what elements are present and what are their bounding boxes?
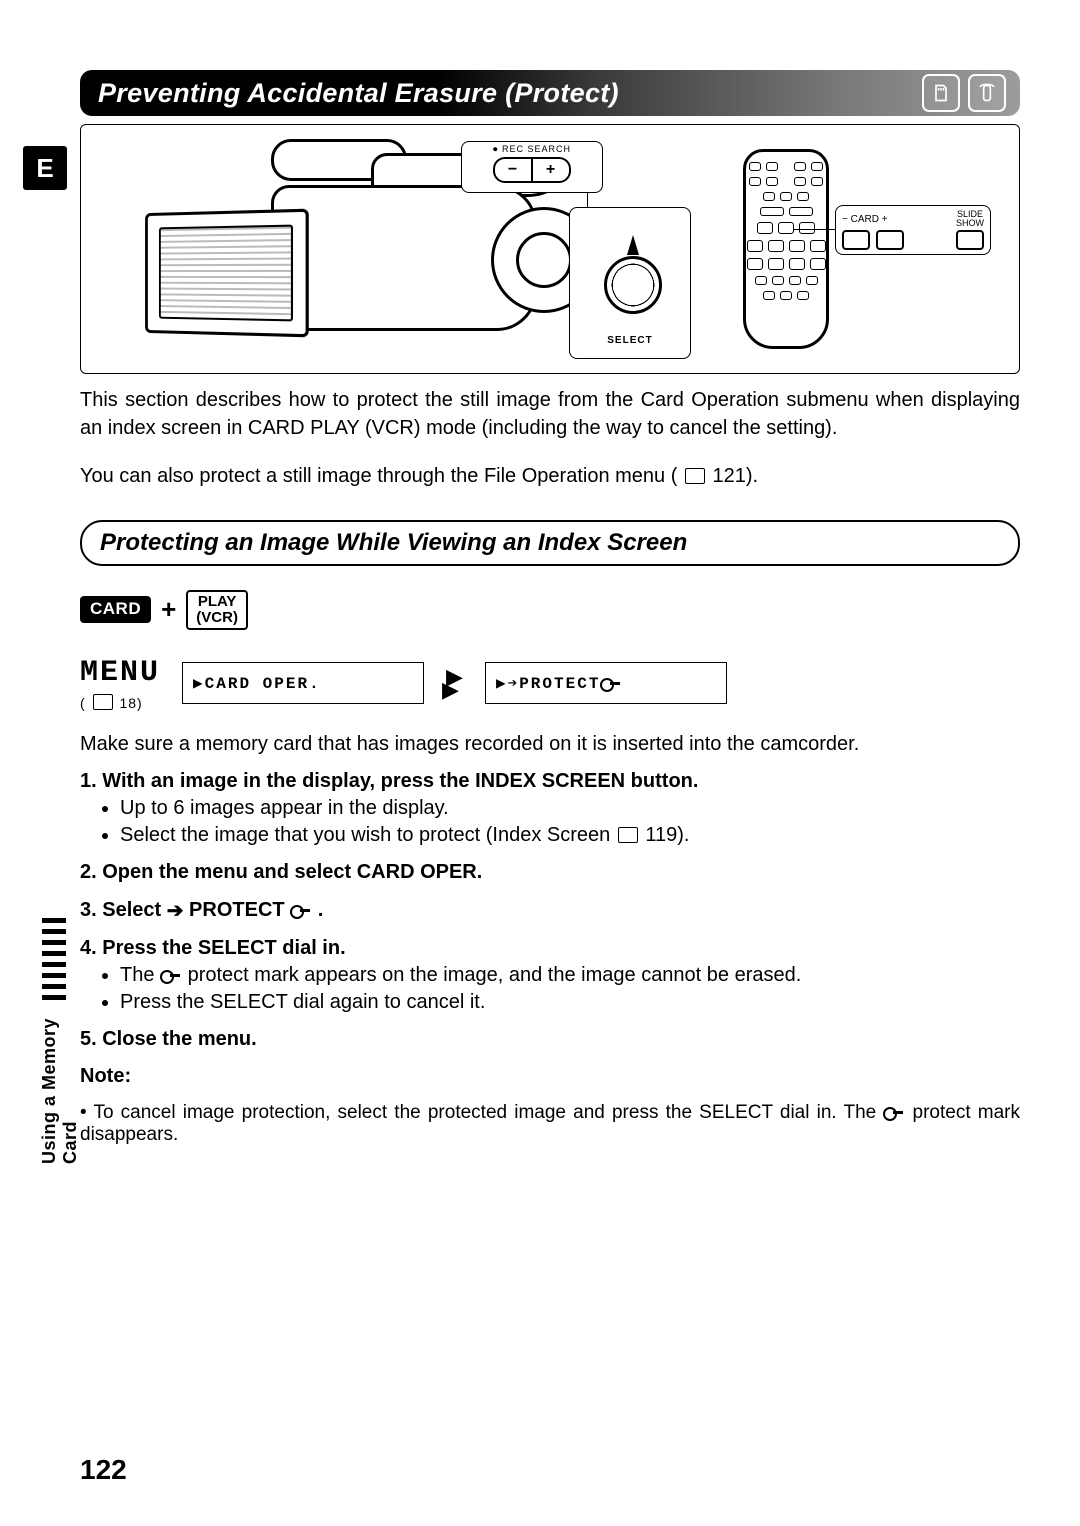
page-title: Preventing Accidental Erasure (Protect) — [98, 78, 619, 109]
mode-row: CARD + PLAY (VCR) — [80, 590, 1020, 630]
menu-arrow-icon: ▶▶ — [446, 670, 463, 696]
arrow-icon: ➔ — [167, 898, 184, 923]
step-4: 4. Press the SELECT dial in. — [80, 937, 1020, 960]
book-icon — [685, 468, 705, 484]
vcr-label: (VCR) — [196, 610, 238, 626]
step-5: 5. Close the menu. — [80, 1028, 1020, 1051]
select-dial-callout: SELECT — [569, 207, 691, 359]
book-icon — [618, 827, 638, 843]
step-3: 3. Select ➔ PROTECT . — [80, 898, 1020, 923]
remote-drawing — [743, 149, 829, 349]
rec-search-plus: + — [533, 159, 569, 181]
remote-slideshow-button — [956, 230, 984, 250]
pre-steps-text: Make sure a memory card that has images … — [80, 733, 1020, 756]
step-3-a: 3. Select — [80, 899, 167, 921]
intro-paragraph-1: This section describes how to protect th… — [80, 386, 1020, 442]
step-1a: Up to 6 images appear in the display. — [120, 797, 1020, 820]
illustration-panel: ⏺ REC SEARCH − + SELECT — [80, 124, 1020, 374]
step-3-b: PROTECT — [189, 899, 290, 921]
intro-paragraph-2: You can also protect a still image throu… — [80, 462, 1020, 490]
memory-card-icon — [922, 74, 960, 112]
remote-card-plus-button — [876, 230, 904, 250]
key-icon — [600, 676, 622, 690]
slide-show-label: SLIDE SHOW — [956, 210, 984, 228]
note-body: • To cancel image protection, select the… — [80, 1102, 1020, 1146]
card-minus-plus-label: − CARD + — [842, 214, 888, 225]
play-vcr-badge: PLAY (VCR) — [186, 590, 248, 630]
mode-plus: + — [161, 594, 176, 625]
step-4a: The protect mark appears on the image, a… — [120, 964, 1020, 987]
step-4a-b: protect mark appears on the image, and t… — [188, 964, 802, 986]
step-4a-a: The — [120, 964, 160, 986]
play-label: PLAY — [196, 594, 238, 610]
book-icon — [93, 694, 113, 710]
subheader-text: Protecting an Image While Viewing an Ind… — [100, 529, 687, 557]
step-1b-text: Select the image that you wish to protec… — [120, 824, 616, 846]
remote-card-callout: − CARD + SLIDE SHOW — [835, 205, 991, 255]
remote-icon — [968, 74, 1006, 112]
remote-card-minus-button — [842, 230, 870, 250]
section-subheader: Protecting an Image While Viewing an Ind… — [80, 520, 1020, 566]
side-section-label: Using a Memory Card — [39, 984, 63, 1164]
page-title-bar: Preventing Accidental Erasure (Protect) — [80, 70, 1020, 116]
step-2: 2. Open the menu and select CARD OPER. — [80, 861, 1020, 884]
key-icon — [290, 903, 312, 917]
page-number: 122 — [80, 1454, 127, 1486]
key-icon — [160, 968, 182, 982]
step-1b: Select the image that you wish to protec… — [120, 824, 1020, 847]
rec-search-minus: − — [495, 159, 533, 181]
intro-p2-text: You can also protect a still image throu… — [80, 465, 677, 487]
menu-item-card-oper: ▶CARD OPER. — [182, 662, 424, 704]
step-4b: Press the SELECT dial again to cancel it… — [120, 991, 1020, 1014]
menu-label: MENU — [80, 656, 160, 690]
note-body-a: • To cancel image protection, select the… — [80, 1102, 883, 1123]
step-1: 1. With an image in the display, press t… — [80, 770, 1020, 793]
note-heading: Note: — [80, 1065, 1020, 1088]
menu-item-protect: ▶➔PROTECT — [485, 662, 727, 704]
select-dial-label: SELECT — [570, 335, 690, 346]
language-tag: E — [23, 146, 67, 190]
menu-block: MENU ( 18) — [80, 656, 160, 711]
menu-item-protect-text: ▶➔PROTECT — [496, 673, 600, 693]
menu-ref-page: 18) — [119, 695, 142, 711]
rec-search-callout: ⏺ REC SEARCH − + — [461, 141, 603, 193]
menu-row: MENU ( 18) ▶CARD OPER. ▶▶ ▶➔PROTECT — [80, 656, 1020, 711]
key-icon — [883, 1105, 905, 1119]
card-badge: CARD — [80, 596, 151, 623]
step-3-c: . — [318, 899, 324, 921]
menu-ref: ( 18) — [80, 694, 160, 711]
rec-search-label: REC SEARCH — [502, 144, 571, 154]
step-1b-page: 119). — [645, 824, 689, 846]
intro-p2-page: 121). — [713, 465, 759, 487]
